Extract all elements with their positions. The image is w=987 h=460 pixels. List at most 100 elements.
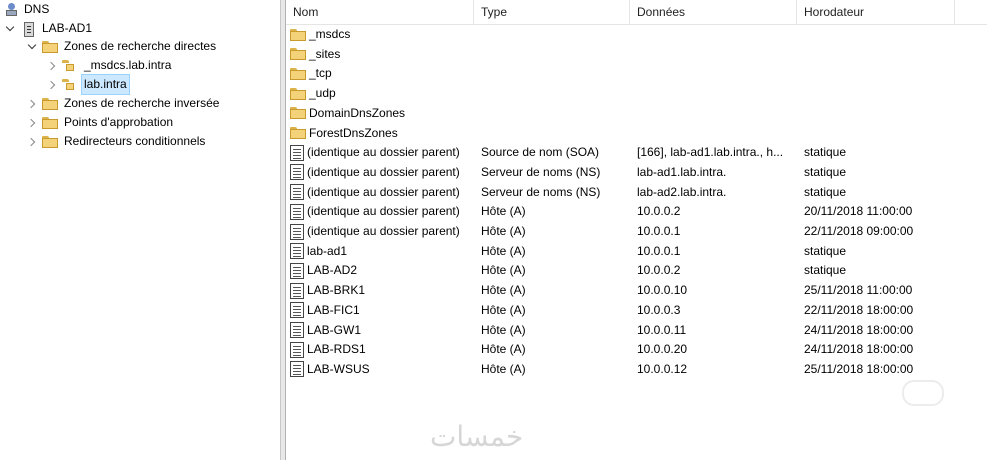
table-row[interactable]: (identique au dossier parent) Serveur de … (286, 183, 987, 202)
table-row[interactable]: LAB-RDS1 Hôte (A) 10.0.0.20 24/11/2018 18:0… (286, 340, 987, 359)
cell-data (637, 84, 795, 103)
table-row[interactable]: ForestDnsZones (286, 124, 987, 143)
column-header-timestamp[interactable]: Horodateur (797, 0, 955, 24)
tree-node-dns[interactable]: DNS (6, 0, 51, 19)
records-list[interactable]: Nom Type Données Horodateur _msdcs _sites… (286, 0, 987, 460)
table-row[interactable]: LAB-FIC1 Hôte (A) 10.0.0.3 22/11/2018 18:00… (286, 301, 987, 320)
table-row[interactable]: LAB-GW1 Hôte (A) 10.0.0.11 24/11/2018 18:00… (286, 321, 987, 340)
cell-type: Hôte (A) (481, 202, 629, 221)
cell-data (637, 64, 795, 83)
cell-text: (identique au dossier parent) (307, 164, 460, 179)
table-row[interactable]: (identique au dossier parent) Hôte (A) 10.… (286, 202, 987, 221)
cell-text: 24/11/2018 18:00:00 (804, 322, 914, 337)
folder-icon (290, 127, 306, 139)
table-row[interactable]: _udp (286, 84, 987, 103)
record-icon (290, 262, 304, 279)
folder-icon (290, 28, 306, 41)
zone-icon (62, 78, 78, 91)
cell-type (481, 124, 629, 143)
cell-type: Hôte (A) (481, 242, 629, 261)
cell-text: Hôte (A) (481, 204, 526, 219)
table-row[interactable]: _sites (286, 45, 987, 64)
cell-type (481, 64, 629, 83)
tree-node-lab-intra[interactable]: lab.intra (46, 74, 130, 95)
record-icon (290, 223, 304, 240)
column-header-type[interactable]: Type (474, 0, 630, 24)
chevron-right-icon[interactable] (46, 79, 58, 91)
cell-text: Hôte (A) (481, 283, 526, 298)
cell-ts: 24/11/2018 18:00:00 (804, 340, 954, 359)
cell-text: statique (804, 243, 847, 258)
cell-text: _udp (309, 86, 336, 101)
cell-data: 10.0.0.20 (637, 340, 795, 359)
cell-text: 22/11/2018 09:00:00 (804, 224, 914, 238)
dns-icon (6, 2, 18, 17)
cell-data: [166], lab-ad1.lab.intra., h... (637, 143, 795, 162)
table-row[interactable]: _tcp (286, 64, 987, 83)
table-row[interactable]: lab-ad1 Hôte (A) 10.0.0.1 statique (286, 242, 987, 261)
cell-text: 10.0.0.20 (637, 342, 688, 357)
cell-text: _msdcs (309, 27, 351, 41)
cell-ts: statique (804, 261, 954, 280)
cell-text: Hôte (A) (481, 224, 526, 238)
folder-icon (42, 116, 58, 129)
cell-type (481, 104, 629, 123)
cell-text: Hôte (A) (481, 243, 526, 258)
cell-text: 10.0.0.11 (637, 322, 687, 337)
cell-ts: statique (804, 143, 954, 162)
cell-text: 22/11/2018 18:00:00 (804, 302, 914, 317)
cell-data: 10.0.0.2 (637, 261, 795, 280)
cell-name: LAB-RDS1 (290, 340, 472, 359)
cell-ts: 25/11/2018 11:00:00 (804, 281, 954, 300)
cell-data: lab-ad2.lab.intra. (637, 183, 795, 202)
table-row[interactable]: LAB-AD2 Hôte (A) 10.0.0.2 statique (286, 261, 987, 280)
cell-ts: statique (804, 163, 954, 182)
column-header-data[interactable]: Données (630, 0, 797, 24)
tree-label-dns: DNS (24, 2, 50, 16)
cell-type: Serveur de noms (NS) (481, 163, 629, 182)
table-row[interactable]: (identique au dossier parent) Hôte (A) 10.… (286, 222, 987, 241)
chevron-down-icon[interactable] (26, 41, 38, 53)
tree-node-trust-points[interactable]: Points d'approbation (26, 113, 175, 132)
cell-type (481, 84, 629, 103)
record-icon (290, 361, 304, 378)
record-icon (290, 144, 304, 161)
tree-label-lab-intra: lab.intra (81, 74, 130, 95)
table-row[interactable]: LAB-WSUS Hôte (A) 10.0.0.12 25/11/2018 18:0… (286, 360, 987, 379)
tree-node-reverse-zones[interactable]: Zones de recherche inversée (26, 94, 221, 113)
cell-name: LAB-BRK1 (290, 281, 472, 300)
cell-data: 10.0.0.10 (637, 281, 795, 300)
cell-text: _tcp (309, 66, 332, 81)
cell-text: Hôte (A) (481, 322, 526, 337)
cell-ts: statique (804, 242, 954, 261)
cell-text: _sites (309, 46, 341, 61)
table-row[interactable]: _msdcs (286, 25, 987, 44)
cell-type: Serveur de noms (NS) (481, 183, 629, 202)
tree-node-cond-forwarders[interactable]: Redirecteurs conditionnels (26, 132, 207, 151)
cell-name: _tcp (290, 64, 472, 83)
chevron-down-icon[interactable] (4, 23, 16, 35)
cell-ts: statique (804, 183, 954, 202)
tree-label-msdcs-zone: _msdcs.lab.intra (84, 58, 172, 72)
table-row[interactable]: DomainDnsZones (286, 104, 987, 123)
cell-text: Serveur de noms (NS) (481, 164, 601, 179)
cell-text: 10.0.0.2 (637, 263, 681, 278)
cell-ts (804, 45, 954, 64)
chevron-right-icon[interactable] (46, 60, 58, 72)
record-icon (290, 322, 304, 338)
table-row[interactable]: LAB-BRK1 Hôte (A) 10.0.0.10 25/11/2018 11:0… (286, 281, 987, 300)
chevron-right-icon[interactable] (26, 117, 38, 129)
cell-data: 10.0.0.1 (637, 222, 795, 241)
cell-ts (804, 64, 954, 83)
tree-node-forward-zones[interactable]: Zones de recherche directes (26, 37, 218, 56)
cell-text: 24/11/2018 18:00:00 (804, 342, 914, 357)
chevron-right-icon[interactable] (26, 98, 38, 110)
cell-text: LAB-GW1 (307, 322, 362, 337)
table-row[interactable]: (identique au dossier parent) Source de n… (286, 143, 987, 162)
column-header-name[interactable]: Nom (286, 0, 474, 24)
console-tree[interactable]: DNS LAB-AD1 Zones de recherche directes … (0, 0, 280, 460)
tree-node-server[interactable]: LAB-AD1 (4, 19, 94, 38)
tree-node-msdcs-zone[interactable]: _msdcs.lab.intra (46, 56, 173, 75)
chevron-right-icon[interactable] (26, 136, 38, 148)
table-row[interactable]: (identique au dossier parent) Serveur de … (286, 163, 987, 182)
